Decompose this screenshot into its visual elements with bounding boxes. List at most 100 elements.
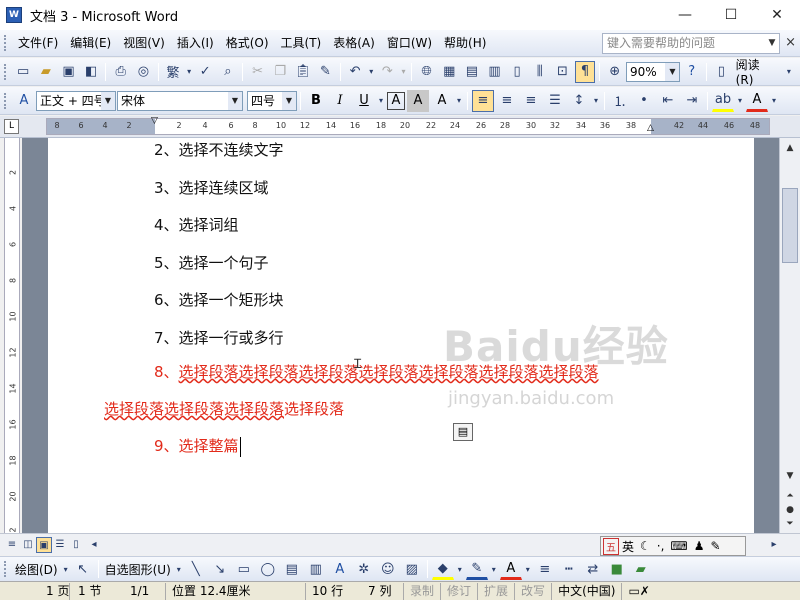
- insert-table-icon[interactable]: ▤: [462, 61, 483, 83]
- italic-button[interactable]: I: [329, 90, 351, 112]
- horizontal-ruler[interactable]: 8 6 4 2 2 4 6 8 10 12 14 16 18 20 22 24 26 28 30 32 34 36 38 42…: [46, 116, 770, 135]
- align-right-icon[interactable]: ≡: [520, 90, 542, 112]
- picture-icon[interactable]: ▨: [401, 558, 423, 580]
- zoom-select[interactable]: 90% ▼: [626, 61, 681, 82]
- moon-icon[interactable]: ☾: [637, 539, 654, 553]
- status-extend[interactable]: 扩展: [478, 582, 516, 600]
- font-color-dropdown-icon[interactable]: ▾: [524, 558, 532, 580]
- list-item[interactable]: 3、选择连续区域: [154, 177, 269, 198]
- zoom-icon[interactable]: ⊕: [604, 61, 625, 83]
- underline-dropdown-icon[interactable]: ▾: [377, 90, 385, 112]
- diagram-icon[interactable]: ✲: [353, 558, 375, 580]
- toolbar-options-icon[interactable]: ▾: [779, 61, 800, 83]
- decrease-indent-icon[interactable]: ⇤: [657, 90, 679, 112]
- clipart-icon[interactable]: ☺: [377, 558, 399, 580]
- print-preview-icon[interactable]: ◎: [133, 61, 154, 83]
- list-item[interactable]: 7、选择一行或多行: [154, 327, 284, 348]
- line-icon[interactable]: ╲: [185, 558, 207, 580]
- scroll-up-icon[interactable]: ▲: [782, 140, 798, 156]
- bullets-icon[interactable]: •: [633, 90, 655, 112]
- dash-style-icon[interactable]: ┅: [558, 558, 580, 580]
- paste-icon[interactable]: 📋︎: [293, 61, 314, 83]
- drawing-icon[interactable]: ⫼: [529, 61, 550, 83]
- cut-icon[interactable]: ✂: [247, 61, 268, 83]
- char-border-button[interactable]: A: [387, 91, 405, 110]
- toolbar-grip-icon[interactable]: [4, 92, 8, 109]
- menu-tools[interactable]: 工具(T): [275, 30, 328, 57]
- line-spacing-icon[interactable]: ↕: [568, 90, 590, 112]
- select-objects-icon[interactable]: ↖: [72, 558, 94, 580]
- status-record[interactable]: 录制: [404, 582, 442, 600]
- punct-icon[interactable]: ·,: [654, 539, 668, 553]
- ime-logo[interactable]: 五: [603, 537, 619, 555]
- copy-icon[interactable]: ❐: [270, 61, 291, 83]
- list-item[interactable]: 2、选择不连续文字: [154, 139, 284, 160]
- reading-view-icon[interactable]: ▯: [68, 537, 84, 553]
- align-left-icon[interactable]: ≡: [472, 89, 494, 112]
- font-color-button[interactable]: A: [746, 90, 768, 112]
- line-color-dropdown-icon[interactable]: ▾: [490, 558, 498, 580]
- format-painter-icon[interactable]: ✎: [315, 61, 336, 83]
- print-icon[interactable]: ⎙: [110, 61, 131, 83]
- scroll-down-icon[interactable]: ▼: [782, 468, 798, 484]
- arrow-style-icon[interactable]: ⇄: [582, 558, 604, 580]
- char-shading-button[interactable]: A: [407, 89, 429, 112]
- menu-table[interactable]: 表格(A): [327, 30, 381, 57]
- redo-icon[interactable]: ↷: [377, 61, 398, 83]
- bold-button[interactable]: B: [305, 90, 327, 112]
- fill-color-icon[interactable]: ◆: [431, 558, 454, 580]
- line-color-icon[interactable]: ✎: [465, 558, 488, 580]
- font-color-dropdown-icon[interactable]: ▾: [770, 90, 778, 112]
- undo-icon[interactable]: ↶: [345, 61, 366, 83]
- highlight-icon[interactable]: ab: [712, 90, 734, 112]
- font-select[interactable]: 宋体 ▼: [117, 90, 243, 111]
- keyboard-icon[interactable]: ⌨: [667, 539, 690, 553]
- toolbar-grip-icon[interactable]: [4, 35, 8, 51]
- chevron-down-icon[interactable]: ▼: [228, 91, 242, 110]
- columns-icon[interactable]: ▯: [507, 61, 528, 83]
- word-app-icon[interactable]: W: [6, 7, 22, 23]
- redo-dropdown-icon[interactable]: ▾: [400, 61, 408, 83]
- line-spacing-dropdown-icon[interactable]: ▾: [592, 90, 600, 112]
- scroll-left-icon[interactable]: ◂: [86, 537, 102, 553]
- permission-icon[interactable]: ◧: [81, 61, 102, 83]
- toolbar-grip-icon[interactable]: [4, 561, 8, 577]
- shadow-style-icon[interactable]: ■: [606, 558, 628, 580]
- status-track-changes[interactable]: 修订: [441, 582, 479, 600]
- read-mode-icon[interactable]: ▯: [711, 61, 732, 83]
- research-icon[interactable]: ⌕: [218, 61, 239, 83]
- line-style-icon[interactable]: ≡: [534, 558, 556, 580]
- fill-dropdown-icon[interactable]: ▾: [456, 558, 464, 580]
- user-icon[interactable]: ♟: [691, 539, 708, 553]
- open-folder-icon[interactable]: ▰: [36, 61, 57, 83]
- font-color-icon[interactable]: A: [499, 558, 522, 580]
- list-item[interactable]: 6、选择一个矩形块: [154, 289, 284, 310]
- char-scaling-icon[interactable]: A: [431, 90, 453, 112]
- menu-window[interactable]: 窗口(W): [381, 30, 438, 57]
- styles-formatting-icon[interactable]: A: [13, 90, 35, 112]
- underline-button[interactable]: U: [353, 90, 375, 112]
- autoshapes-button[interactable]: 自选图形(U): [102, 561, 174, 578]
- document-page[interactable]: 2、选择不连续文字 3、选择连续区域 4、选择词组 5、选择一个句子 6、选择一个矩形块…: [48, 138, 754, 533]
- document-close-icon[interactable]: ×: [785, 35, 796, 50]
- scroll-thumb[interactable]: [782, 188, 798, 263]
- spelling-status-icon[interactable]: ▭✗: [622, 583, 655, 600]
- rectangle-icon[interactable]: ▭: [233, 558, 255, 580]
- textbox-icon[interactable]: ▤: [281, 558, 303, 580]
- web-view-icon[interactable]: ◫: [20, 537, 36, 553]
- draw-menu-button[interactable]: 绘图(D): [12, 561, 61, 578]
- dropdown-arrow-icon[interactable]: ▾: [185, 61, 193, 83]
- justify-icon[interactable]: ☰: [544, 90, 566, 112]
- chevron-down-icon[interactable]: ▼: [282, 91, 296, 110]
- item-9-line[interactable]: 9、选择整篇: [154, 435, 241, 457]
- minimize-button[interactable]: —: [662, 0, 708, 30]
- status-overtype[interactable]: 改写: [515, 582, 553, 600]
- ime-language[interactable]: 英: [619, 538, 637, 555]
- help-search-input[interactable]: 键入需要帮助的问题 ▼: [602, 33, 780, 54]
- highlight-dropdown-icon[interactable]: ▾: [736, 90, 744, 112]
- first-line-indent-marker[interactable]: ▽: [151, 116, 158, 126]
- spelling-icon[interactable]: ✓: [195, 61, 216, 83]
- chevron-down-icon[interactable]: ▼: [765, 34, 779, 53]
- traditional-chinese-icon[interactable]: 繁: [163, 61, 184, 83]
- font-size-select[interactable]: 四号 ▼: [247, 90, 297, 111]
